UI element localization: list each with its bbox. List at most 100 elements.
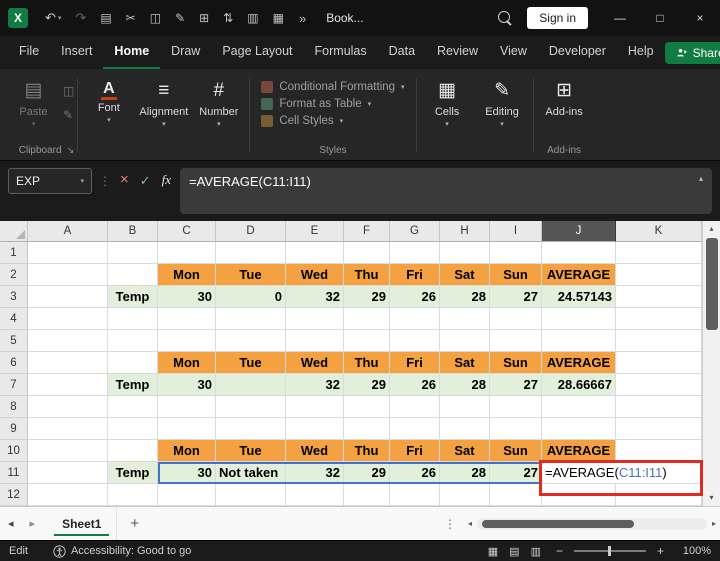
row-header-4[interactable]: 4 xyxy=(0,308,28,330)
cell-J2[interactable]: AVERAGE xyxy=(542,264,616,286)
cell-B9[interactable] xyxy=(108,418,158,440)
minimize-button[interactable]: — xyxy=(600,0,640,36)
cell-D6[interactable]: Tue xyxy=(216,352,286,374)
zoom-in-button[interactable]: + xyxy=(655,544,666,558)
cell-C9[interactable] xyxy=(158,418,216,440)
cut-icon[interactable]: ✂ xyxy=(119,11,143,25)
cell-E3[interactable]: 32 xyxy=(286,286,344,308)
cell-C1[interactable] xyxy=(158,242,216,264)
cell-D4[interactable] xyxy=(216,308,286,330)
cell-H5[interactable] xyxy=(440,330,490,352)
column-header-H[interactable]: H xyxy=(440,221,490,242)
cell-G4[interactable] xyxy=(390,308,440,330)
clipboard-icon[interactable]: ▤ xyxy=(93,11,118,25)
format-painter-button[interactable]: ✎ xyxy=(63,108,74,122)
row-header-3[interactable]: 3 xyxy=(0,286,28,308)
zoom-level[interactable]: 100% xyxy=(675,545,711,557)
cell-H8[interactable] xyxy=(440,396,490,418)
cell-D1[interactable] xyxy=(216,242,286,264)
redo-button[interactable]: ↷ xyxy=(68,10,93,26)
cell-F8[interactable] xyxy=(344,396,390,418)
cell-A4[interactable] xyxy=(28,308,108,330)
cell-A10[interactable] xyxy=(28,440,108,462)
vertical-scrollbar[interactable]: ▴ ▾ xyxy=(702,221,720,506)
cell-E10[interactable]: Wed xyxy=(286,440,344,462)
cell-A6[interactable] xyxy=(28,352,108,374)
cell-C3[interactable]: 30 xyxy=(158,286,216,308)
maximize-button[interactable]: □ xyxy=(640,0,680,36)
cell-J1[interactable] xyxy=(542,242,616,264)
cell-A2[interactable] xyxy=(28,264,108,286)
cell-D10[interactable]: Tue xyxy=(216,440,286,462)
cell-B11[interactable]: Temp xyxy=(108,462,158,484)
formula-input[interactable]: =AVERAGE(C11:I11) ▴ xyxy=(180,168,712,214)
cell-C12[interactable] xyxy=(158,484,216,506)
cell-F12[interactable] xyxy=(344,484,390,506)
zoom-out-button[interactable]: − xyxy=(554,544,565,558)
cell-F1[interactable] xyxy=(344,242,390,264)
cancel-icon[interactable]: × xyxy=(118,171,131,188)
cell-H11[interactable]: 28 xyxy=(440,462,490,484)
cell-E4[interactable] xyxy=(286,308,344,330)
cell-H1[interactable] xyxy=(440,242,490,264)
tab-view[interactable]: View xyxy=(489,36,538,69)
row-header-7[interactable]: 7 xyxy=(0,374,28,396)
cell-J3[interactable]: 24.57143 xyxy=(542,286,616,308)
sign-in-button[interactable]: Sign in xyxy=(527,7,588,29)
cell-G3[interactable]: 26 xyxy=(390,286,440,308)
cell-J5[interactable] xyxy=(542,330,616,352)
paste-button[interactable]: ▤ Paste ▾ xyxy=(6,72,61,128)
cell-E1[interactable] xyxy=(286,242,344,264)
cell-G8[interactable] xyxy=(390,396,440,418)
cell-B4[interactable] xyxy=(108,308,158,330)
borders-icon[interactable]: ⊞ xyxy=(192,11,216,25)
cell-B7[interactable]: Temp xyxy=(108,374,158,396)
cell-B12[interactable] xyxy=(108,484,158,506)
row-header-8[interactable]: 8 xyxy=(0,396,28,418)
cell-D11[interactable]: Not taken xyxy=(216,462,286,484)
column-header-G[interactable]: G xyxy=(390,221,440,242)
table-icon[interactable]: ▥ xyxy=(240,11,265,25)
cell-E11[interactable]: 32 xyxy=(286,462,344,484)
cell-B6[interactable] xyxy=(108,352,158,374)
cell-D9[interactable] xyxy=(216,418,286,440)
cell-A8[interactable] xyxy=(28,396,108,418)
cell-J6[interactable]: AVERAGE xyxy=(542,352,616,374)
cell-J9[interactable] xyxy=(542,418,616,440)
page-break-view-icon[interactable]: ▥ xyxy=(531,545,541,558)
cell-K10[interactable] xyxy=(616,440,702,462)
tab-data[interactable]: Data xyxy=(378,36,426,69)
cell-J4[interactable] xyxy=(542,308,616,330)
column-header-C[interactable]: C xyxy=(158,221,216,242)
cell-F7[interactable]: 29 xyxy=(344,374,390,396)
cell-G12[interactable] xyxy=(390,484,440,506)
cell-F5[interactable] xyxy=(344,330,390,352)
cell-C10[interactable]: Mon xyxy=(158,440,216,462)
cell-A3[interactable] xyxy=(28,286,108,308)
cell-C4[interactable] xyxy=(158,308,216,330)
cell-B3[interactable]: Temp xyxy=(108,286,158,308)
enter-check-icon[interactable]: ✓ xyxy=(138,173,153,189)
cell-B8[interactable] xyxy=(108,396,158,418)
formula-edit-cell[interactable]: =AVERAGE(C11:I11) xyxy=(542,462,700,483)
cell-C6[interactable]: Mon xyxy=(158,352,216,374)
cell-H7[interactable]: 28 xyxy=(440,374,490,396)
collapse-formula-bar-icon[interactable]: ▴ xyxy=(699,174,703,183)
cell-C5[interactable] xyxy=(158,330,216,352)
tab-draw[interactable]: Draw xyxy=(160,36,211,69)
cell-G9[interactable] xyxy=(390,418,440,440)
cell-K2[interactable] xyxy=(616,264,702,286)
cell-G6[interactable]: Fri xyxy=(390,352,440,374)
name-box[interactable]: EXP ▾ xyxy=(8,168,92,194)
cell-G7[interactable]: 26 xyxy=(390,374,440,396)
vertical-scroll-thumb[interactable] xyxy=(705,238,718,330)
cell-A5[interactable] xyxy=(28,330,108,352)
cell-G11[interactable]: 26 xyxy=(390,462,440,484)
row-header-1[interactable]: 1 xyxy=(0,242,28,264)
cell-B2[interactable] xyxy=(108,264,158,286)
cell-C7[interactable]: 30 xyxy=(158,374,216,396)
scroll-up-icon[interactable]: ▴ xyxy=(707,223,715,235)
copy-button[interactable]: ◫ xyxy=(63,84,74,98)
cell-E2[interactable]: Wed xyxy=(286,264,344,286)
cell-I8[interactable] xyxy=(490,396,542,418)
